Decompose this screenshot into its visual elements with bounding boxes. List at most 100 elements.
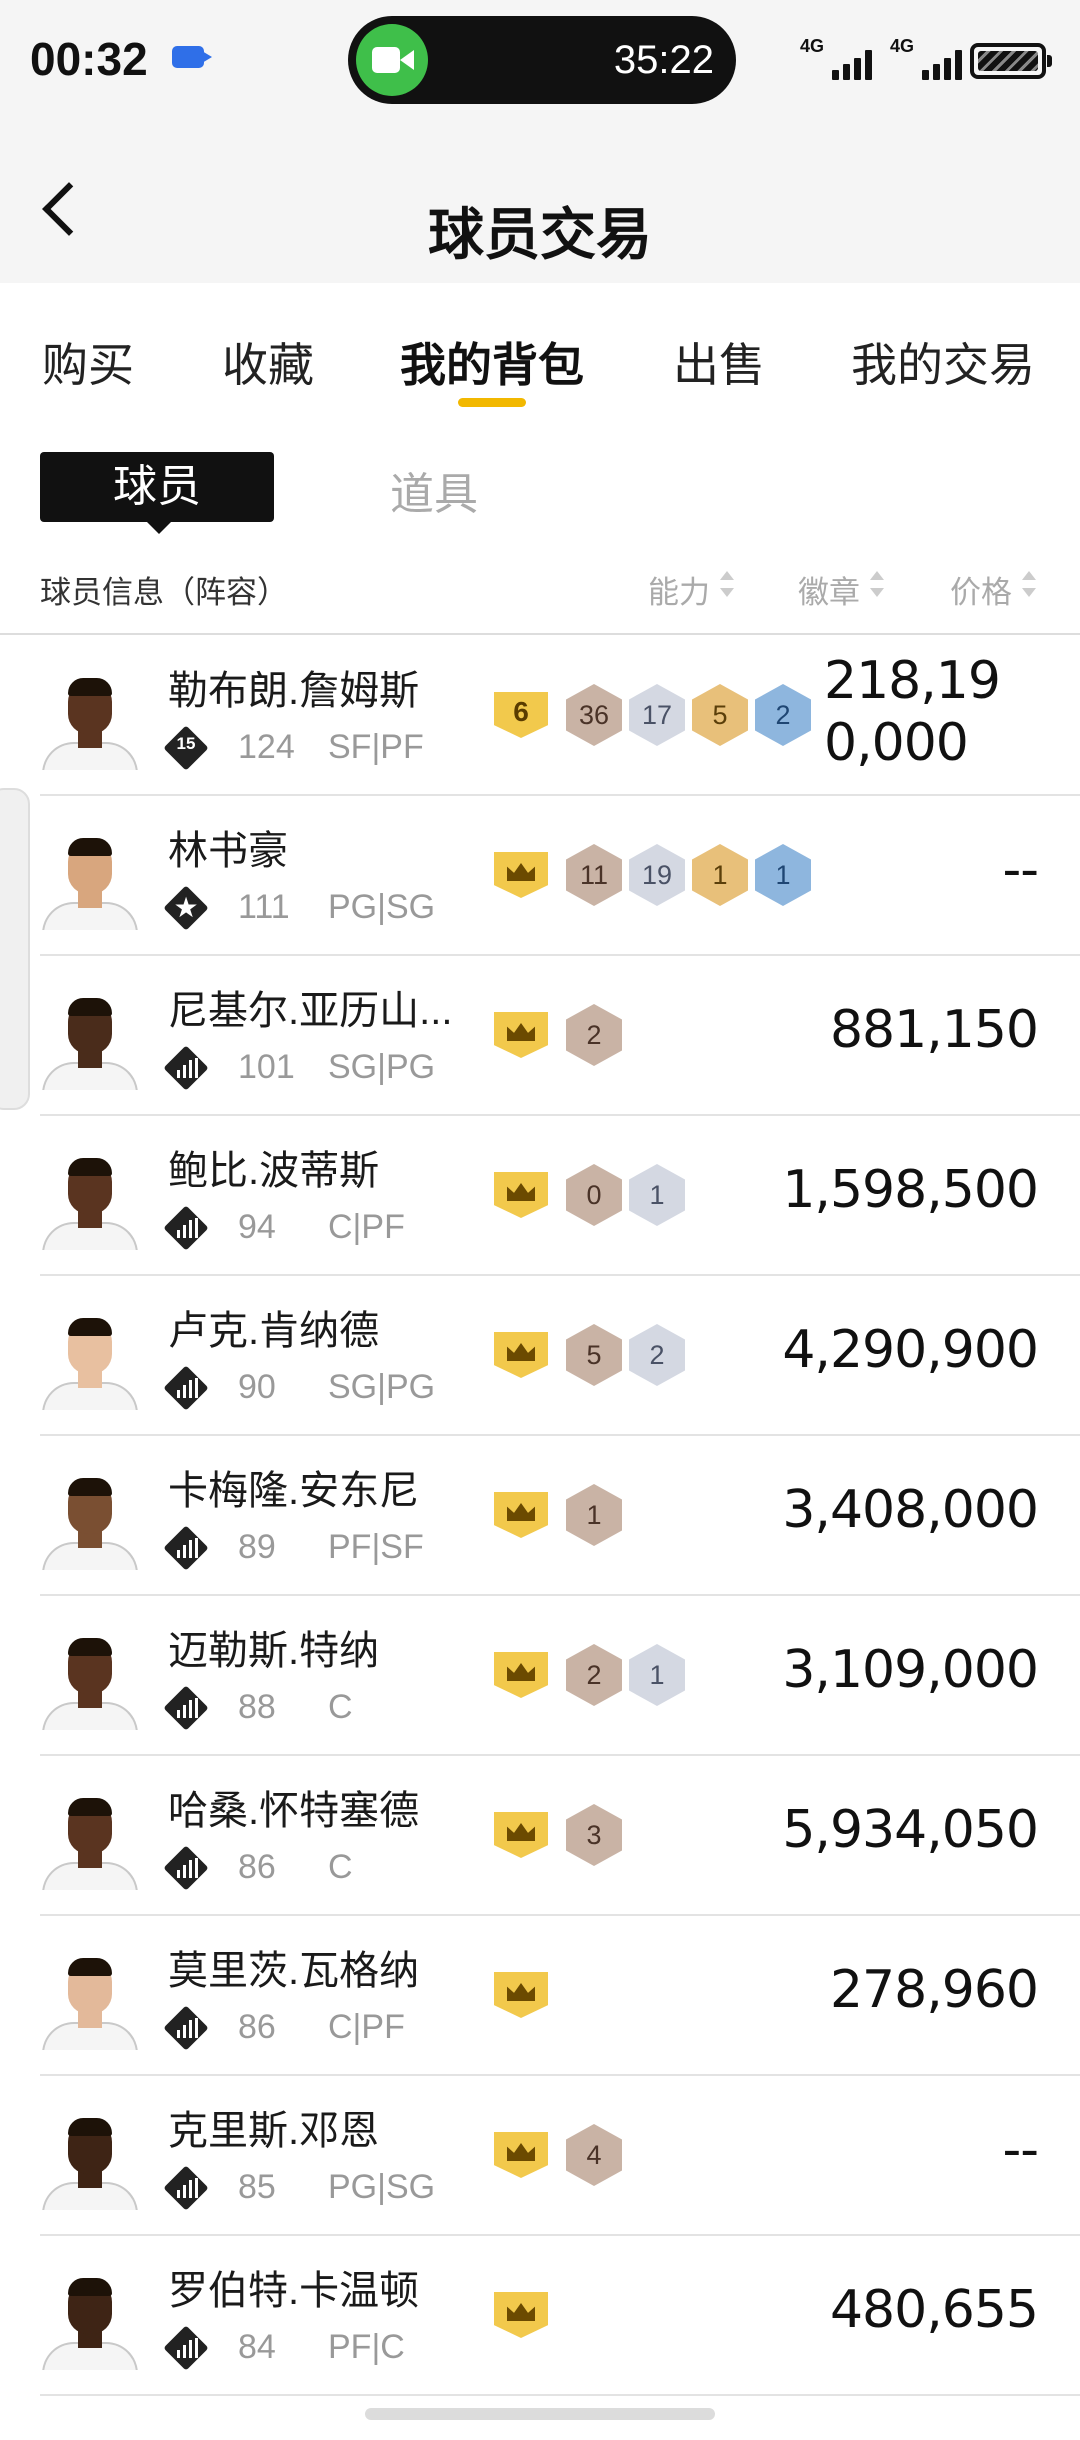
home-indicator[interactable] xyxy=(365,2408,715,2420)
level-badge: 6 xyxy=(494,692,548,738)
tab-favorites[interactable]: 收藏 xyxy=(222,329,314,395)
bars-icon xyxy=(177,1858,199,1878)
player-rating: 86 xyxy=(238,1848,276,1886)
avatar xyxy=(38,2266,142,2370)
signal-icon: 4G xyxy=(890,36,966,80)
player-rating: 89 xyxy=(238,1528,276,1566)
player-price: -- xyxy=(1002,2120,1039,2180)
side-drawer-handle[interactable] xyxy=(0,788,30,1110)
player-rating: 111 xyxy=(238,888,290,926)
avatar xyxy=(38,1466,142,1570)
sort-icon[interactable] xyxy=(720,569,734,599)
divider xyxy=(40,2394,1080,2396)
player-position: PG|SG xyxy=(328,2168,436,2206)
page-title: 球员交易 xyxy=(428,203,652,266)
player-row[interactable]: 哈桑.怀特塞德 86 C 3 5,934,050 xyxy=(0,1756,1080,1916)
player-price: 4,290,900 xyxy=(782,1320,1039,1380)
player-row[interactable]: 林书豪 ★ 111 PG|SG 11 19 1 1 -- xyxy=(0,796,1080,956)
crown-icon xyxy=(494,1972,548,2018)
player-position: PG|SG xyxy=(328,888,436,926)
column-ability[interactable]: 能力 xyxy=(648,567,710,612)
player-position: PF|C xyxy=(328,2328,405,2366)
signal-icon: 4G xyxy=(800,36,876,80)
player-name: 克里斯.邓恩 xyxy=(168,2109,380,2153)
bars-icon xyxy=(177,2018,199,2038)
badge-count: 1 xyxy=(629,1164,685,1226)
battery-icon xyxy=(970,43,1052,79)
list-header: 球员信息（阵容） 能力 徽章 价格 xyxy=(0,555,1080,635)
player-name: 莫里茨.瓦格纳 xyxy=(168,1949,420,1993)
bars-icon xyxy=(177,1218,199,1238)
player-row[interactable]: 卡梅隆.安东尼 89 PF|SF 1 3,408,000 xyxy=(0,1436,1080,1596)
player-name: 鲍比.波蒂斯 xyxy=(168,1149,380,1193)
avatar xyxy=(38,1946,142,2050)
badge-count: 5 xyxy=(692,684,748,746)
bars-icon xyxy=(177,2338,199,2358)
column-price[interactable]: 价格 xyxy=(950,567,1012,612)
tab-my-trades[interactable]: 我的交易 xyxy=(851,329,1035,395)
player-row[interactable]: 克里斯.邓恩 85 PG|SG 4 -- xyxy=(0,2076,1080,2236)
signal-label: 4G xyxy=(890,36,915,56)
player-price: 881,150 xyxy=(829,1000,1039,1060)
player-price: -- xyxy=(1002,840,1039,900)
player-row[interactable]: 鲍比.波蒂斯 94 C|PF 01 1,598,500 xyxy=(0,1116,1080,1276)
badge-count: 2 xyxy=(566,1644,622,1706)
player-row[interactable]: 勒布朗.詹姆斯 15 124 SF|PF 6 36 17 5 2 218,190,00… xyxy=(0,636,1080,796)
player-position: SF|PF xyxy=(328,728,424,766)
player-row[interactable]: 莫里茨.瓦格纳 86 C|PF 278,960 xyxy=(0,1916,1080,2076)
player-name: 哈桑.怀特塞德 xyxy=(168,1789,420,1833)
player-name: 林书豪 xyxy=(168,829,288,873)
player-rating: 88 xyxy=(238,1688,276,1726)
subtab-players[interactable]: 球员 xyxy=(40,452,274,534)
sort-icon[interactable] xyxy=(1022,569,1036,599)
player-position: PF|SF xyxy=(328,1528,424,1566)
player-price: 480,655 xyxy=(829,2280,1039,2340)
player-row[interactable]: 尼基尔.亚历山... 101 SG|PG 2 881,150 xyxy=(0,956,1080,1116)
bars-icon xyxy=(177,1538,199,1558)
avatar xyxy=(38,826,142,930)
badge-count: 2 xyxy=(755,684,811,746)
player-row[interactable]: 罗伯特.卡温顿 84 PF|C 480,655 xyxy=(0,2236,1080,2396)
tab-sell[interactable]: 出售 xyxy=(673,329,765,395)
status-bar: 00:32 35:22 4G 4G xyxy=(0,0,1080,120)
nav-header: 球员交易 xyxy=(0,120,1080,283)
badge-count: 5 xyxy=(566,1324,622,1386)
player-name: 勒布朗.詹姆斯 xyxy=(168,669,420,713)
tab-my-backpack[interactable]: 我的背包 xyxy=(400,329,584,395)
badge-count: 2 xyxy=(629,1324,685,1386)
badge-count: 19 xyxy=(629,844,685,906)
crown-icon xyxy=(494,1012,548,1058)
player-rating: 84 xyxy=(238,2328,276,2366)
sort-icon[interactable] xyxy=(870,569,884,599)
video-icon xyxy=(172,46,212,68)
player-rating: 86 xyxy=(238,2008,276,2046)
player-position: C xyxy=(328,1848,353,1886)
player-row[interactable]: 迈勒斯.特纳 88 C 21 3,109,000 xyxy=(0,1596,1080,1756)
active-tab-indicator xyxy=(458,398,526,407)
crown-icon xyxy=(494,2132,548,2178)
subtab-items[interactable]: 道具 xyxy=(390,458,478,522)
dynamic-island[interactable]: 35:22 xyxy=(348,16,736,104)
avatar xyxy=(38,1306,142,1410)
facetime-icon xyxy=(356,24,428,96)
crown-icon xyxy=(494,1332,548,1378)
player-position: C xyxy=(328,1688,353,1726)
avatar xyxy=(38,986,142,1090)
main-tabs: 购买 收藏 我的背包 出售 我的交易 xyxy=(0,283,1080,423)
player-name: 卡梅隆.安东尼 xyxy=(168,1469,420,1513)
player-name: 尼基尔.亚历山... xyxy=(168,989,453,1033)
crown-icon xyxy=(494,852,548,898)
column-player-info: 球员信息（阵容） xyxy=(40,575,288,610)
player-price: 3,408,000 xyxy=(782,1480,1039,1540)
player-row[interactable]: 卢克.肯纳德 90 SG|PG 52 4,290,900 xyxy=(0,1276,1080,1436)
avatar xyxy=(38,1626,142,1730)
bars-icon xyxy=(177,1378,199,1398)
bars-icon xyxy=(177,1058,199,1078)
divider xyxy=(0,633,1080,635)
tab-buy[interactable]: 购买 xyxy=(42,329,134,395)
status-time: 00:32 xyxy=(30,33,148,85)
badge-count: 11 xyxy=(566,844,622,906)
badge-count: 3 xyxy=(566,1804,622,1866)
level-value: 6 xyxy=(513,696,529,727)
column-badges[interactable]: 徽章 xyxy=(798,567,860,612)
